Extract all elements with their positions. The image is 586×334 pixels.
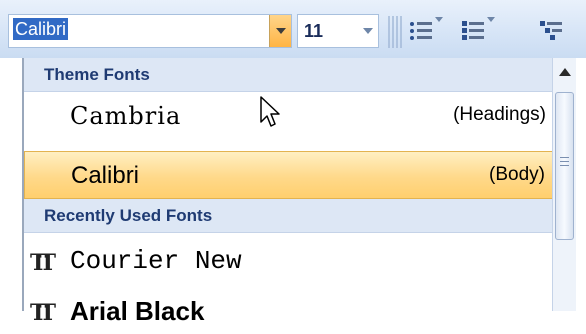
- font-name-input[interactable]: Calibri: [13, 18, 261, 43]
- font-name-dropdown-button[interactable]: [269, 15, 291, 47]
- font-name-value: Calibri: [13, 18, 69, 40]
- font-item-name: Arial Black: [70, 296, 205, 326]
- font-name-combobox[interactable]: Calibri: [8, 14, 292, 48]
- thumb-grip: [560, 157, 569, 169]
- ribbon-font-group: Calibri 11: [0, 0, 586, 58]
- font-item-name: Courier New: [70, 246, 242, 276]
- scroll-thumb[interactable]: [555, 92, 574, 240]
- bullets-button[interactable]: [410, 14, 443, 48]
- numbering-icon: [462, 20, 484, 42]
- font-item-arial-black[interactable]: TT Arial Black: [24, 286, 554, 334]
- theme-fonts-header: Theme Fonts: [24, 58, 554, 92]
- group-separator: [388, 16, 402, 48]
- font-item-cambria[interactable]: Cambria (Headings): [24, 92, 554, 140]
- recent-fonts-header: Recently Used Fonts: [24, 199, 554, 233]
- font-item-tag: (Headings): [453, 104, 546, 125]
- font-item-calibri[interactable]: Calibri (Body): [24, 151, 554, 199]
- dropdown-arrow-icon[interactable]: [435, 17, 443, 40]
- dropdown-arrow-icon: [363, 28, 373, 34]
- font-item-name: Cambria: [70, 102, 182, 130]
- truetype-icon: TT: [30, 250, 56, 276]
- font-size-dropdown-button[interactable]: [358, 15, 378, 47]
- numbering-button[interactable]: [462, 14, 495, 48]
- font-size-combobox[interactable]: 11: [297, 14, 379, 48]
- font-item-tag: (Body): [489, 164, 545, 185]
- font-item-name: Calibri: [71, 162, 140, 189]
- scroll-up-button[interactable]: [553, 58, 576, 86]
- font-dropdown-panel: Theme Fonts Cambria (Headings) Calibri (…: [22, 58, 586, 326]
- truetype-icon: TT: [30, 300, 56, 326]
- dropdown-arrow-icon[interactable]: [487, 17, 495, 40]
- mouse-cursor-icon: [260, 96, 280, 127]
- multilevel-list-icon: [540, 20, 562, 42]
- font-list-scrollbar[interactable]: [552, 58, 576, 311]
- multilevel-list-button[interactable]: [540, 14, 562, 48]
- dropdown-arrow-icon: [275, 28, 286, 34]
- scroll-up-icon: [558, 68, 571, 76]
- bullets-icon: [410, 20, 432, 42]
- font-item-courier-new[interactable]: TT Courier New: [24, 236, 554, 284]
- font-size-value: 11: [304, 21, 324, 41]
